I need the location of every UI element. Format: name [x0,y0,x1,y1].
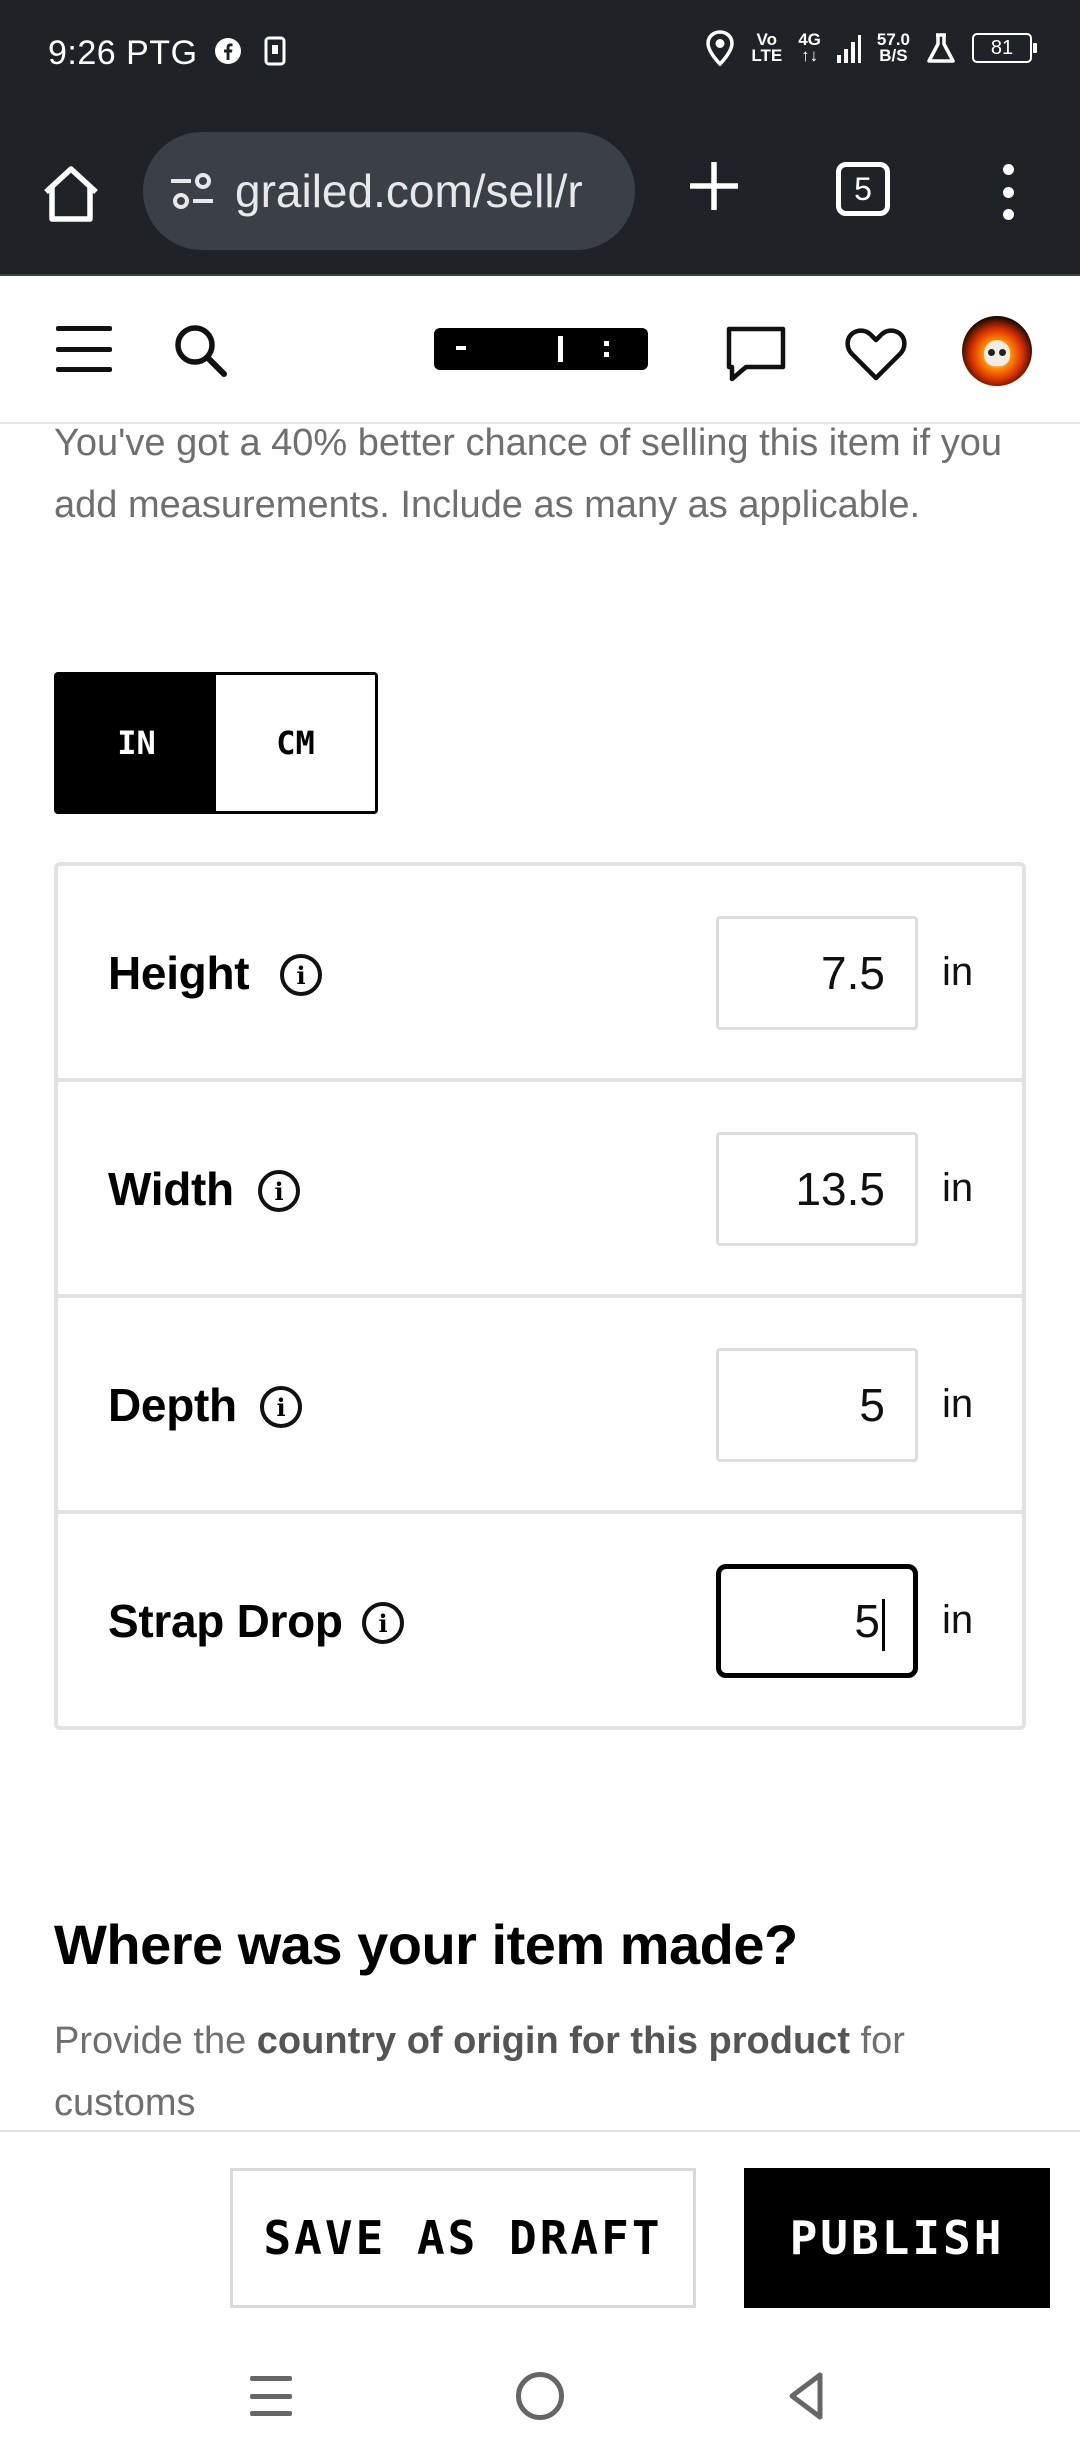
recents-icon[interactable] [250,2376,292,2416]
browser-toolbar: grailed.com/sell/r 5 [0,110,1080,276]
measurement-row-strap-drop: Strap Drop i 5 in [58,1514,1022,1726]
network-speed: 57.0 B/S [876,30,910,65]
unit-option-in[interactable]: IN [57,675,216,811]
status-time: 9:26 PTG [48,34,198,72]
info-icon[interactable]: i [260,1386,302,1428]
action-bar: SAVE AS DRAFT PUBLISH [0,2130,1080,2330]
unit-toggle: IN CM [54,672,378,814]
home-circle-icon[interactable] [516,2372,564,2420]
address-bar[interactable]: grailed.com/sell/r [143,132,635,250]
status-bar: 9:26 PTG Vo LTE 4G ↑↓ 57.0 B/S 81 [0,0,1080,110]
heart-icon[interactable] [845,326,907,382]
signal-icon [836,35,861,63]
measurement-unit: in [942,1598,974,1642]
site-logo[interactable] [434,328,648,370]
home-icon[interactable] [40,164,102,224]
measurement-unit: in [942,1166,974,1210]
chat-bubble-icon[interactable] [724,324,788,384]
info-icon[interactable]: i [280,954,322,996]
system-nav-bar [0,2330,1080,2460]
origin-section-title: Where was your item made? [54,1913,798,1976]
text-cursor [882,1598,885,1651]
measurement-label: Height [108,947,250,999]
more-vert-icon[interactable] [996,164,1020,220]
facebook-icon [215,38,241,64]
tune-icon[interactable] [169,171,215,211]
save-draft-button[interactable]: SAVE AS DRAFT [230,2168,696,2308]
publish-button[interactable]: PUBLISH [744,2168,1050,2308]
avatar[interactable] [962,316,1032,386]
measurement-row-width: Width i 13.5 in [58,1082,1022,1298]
url-text[interactable]: grailed.com/sell/r [235,164,583,218]
strap-drop-input[interactable]: 5 [716,1564,918,1678]
tab-switcher-button[interactable]: 5 [836,162,890,216]
measurement-label: Depth [108,1379,237,1431]
measurement-label: Width [108,1163,234,1215]
unit-option-cm[interactable]: CM [216,675,375,811]
height-input[interactable]: 7.5 [716,916,918,1030]
volte-indicator: Vo LTE [751,30,783,65]
width-input[interactable]: 13.5 [716,1132,918,1246]
search-icon[interactable] [172,322,228,378]
location-icon [706,30,735,66]
measurements-intro: You've got a 40% better chance of sellin… [54,422,1002,526]
plus-icon[interactable] [688,160,740,212]
sim-card-icon [264,36,286,66]
origin-section-description: Provide the country of origin for this p… [54,2020,905,2124]
menu-icon[interactable] [56,326,112,372]
measurement-row-height: Height i 7.5 in [58,866,1022,1082]
measurements-table: Height i 7.5 in Width i 13.5 in Depth i … [54,862,1026,1730]
network-type: 4G ↑↓ [798,30,821,65]
depth-input[interactable]: 5 [716,1348,918,1462]
back-icon[interactable] [786,2370,826,2422]
measurement-unit: in [942,1382,974,1426]
flask-icon [927,33,955,63]
battery-indicator: 81 [972,33,1037,63]
site-header [0,276,1080,424]
info-icon[interactable]: i [362,1602,404,1644]
measurement-unit: in [942,950,974,994]
measurement-row-depth: Depth i 5 in [58,1298,1022,1514]
info-icon[interactable]: i [258,1170,300,1212]
measurement-label: Strap Drop [108,1595,343,1647]
